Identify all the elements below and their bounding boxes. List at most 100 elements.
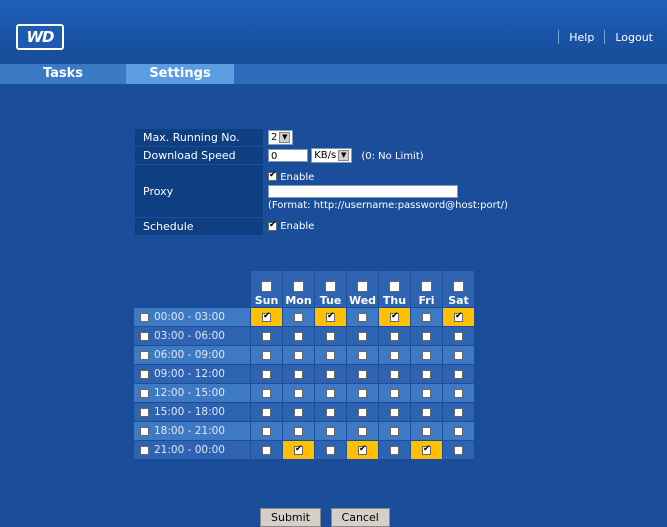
schedule-checkbox[interactable] [262, 408, 271, 417]
schedule-cell [314, 383, 347, 403]
schedule-checkbox[interactable] [294, 313, 303, 322]
schedule-checkbox[interactable] [358, 444, 367, 455]
schedule-checkbox[interactable] [326, 389, 335, 398]
schedule-checkbox[interactable] [262, 446, 271, 455]
schedule-checkbox[interactable] [262, 370, 271, 379]
schedule-checkbox[interactable] [358, 389, 367, 398]
row-select-checkbox[interactable] [140, 331, 149, 341]
schedule-checkbox[interactable] [358, 370, 367, 379]
schedule-cell [314, 326, 347, 346]
schedule-checkbox[interactable] [262, 332, 271, 341]
schedule-checkbox[interactable] [358, 313, 367, 322]
row-select-checkbox[interactable] [140, 312, 149, 322]
schedule-checkbox[interactable] [294, 427, 303, 436]
time-slot-cell: 03:00 - 06:00 [133, 326, 251, 346]
schedule-checkbox[interactable] [294, 444, 303, 455]
schedule-checkbox[interactable] [422, 444, 431, 455]
schedule-checkbox[interactable] [422, 427, 431, 436]
schedule-checkbox[interactable] [454, 351, 463, 360]
proxy-enable-checkbox[interactable] [268, 170, 277, 181]
schedule-checkbox[interactable] [454, 427, 463, 436]
schedule-checkbox[interactable] [358, 332, 367, 341]
max-running-select[interactable]: 2 ▼ [268, 130, 294, 145]
schedule-checkbox[interactable] [390, 370, 399, 379]
row-select-checkbox[interactable] [140, 445, 149, 455]
day-select-checkbox[interactable] [453, 281, 464, 292]
row-select-checkbox[interactable] [140, 388, 149, 398]
schedule-checkbox[interactable] [294, 408, 303, 417]
schedule-checkbox[interactable] [390, 389, 399, 398]
schedule-checkbox[interactable] [454, 408, 463, 417]
schedule-checkbox[interactable] [326, 311, 335, 322]
schedule-checkbox[interactable] [294, 332, 303, 341]
schedule-cell [378, 307, 411, 327]
schedule-checkbox[interactable] [422, 370, 431, 379]
cancel-button[interactable]: Cancel [330, 508, 390, 527]
schedule-checkbox[interactable] [454, 389, 463, 398]
schedule-checkbox[interactable] [454, 332, 463, 341]
schedule-cell [282, 383, 315, 403]
help-link[interactable]: Help [569, 31, 594, 44]
schedule-checkbox[interactable] [390, 311, 399, 322]
schedule-row: 06:00 - 09:00 [133, 345, 475, 365]
speed-unit-select[interactable]: KB/s ▼ [311, 148, 353, 163]
day-select-checkbox[interactable] [421, 281, 432, 292]
schedule-checkbox[interactable] [326, 370, 335, 379]
schedule-checkbox[interactable] [294, 370, 303, 379]
schedule-checkbox[interactable] [390, 446, 399, 455]
day-header-mon: Mon [282, 270, 315, 308]
day-select-checkbox[interactable] [389, 281, 400, 292]
tab-settings[interactable]: Settings [126, 64, 234, 84]
schedule-checkbox[interactable] [358, 408, 367, 417]
proxy-input[interactable] [268, 184, 458, 198]
schedule-checkbox[interactable] [390, 332, 399, 341]
schedule-checkbox[interactable] [422, 351, 431, 360]
time-slot-cell: 00:00 - 03:00 [133, 307, 251, 327]
schedule-cell [442, 402, 475, 422]
schedule-checkbox[interactable] [390, 351, 399, 360]
schedule-checkbox[interactable] [390, 408, 399, 417]
schedule-checkbox[interactable] [262, 351, 271, 360]
schedule-checkbox[interactable] [454, 370, 463, 379]
schedule-checkbox[interactable] [422, 332, 431, 341]
row-select-checkbox[interactable] [140, 426, 149, 436]
schedule-checkbox[interactable] [422, 389, 431, 398]
schedule-checkbox[interactable] [326, 408, 335, 417]
schedule-checkbox[interactable] [326, 427, 335, 436]
day-select-checkbox[interactable] [293, 281, 304, 292]
day-select-checkbox[interactable] [357, 281, 368, 292]
wd-logo: WD [16, 24, 64, 50]
schedule-checkbox[interactable] [294, 389, 303, 398]
row-select-checkbox[interactable] [140, 350, 149, 360]
day-label: Sun [254, 294, 279, 307]
schedule-checkbox[interactable] [326, 446, 335, 455]
schedule-cell [282, 402, 315, 422]
schedule-checkbox[interactable] [262, 389, 271, 398]
schedule-checkbox[interactable] [358, 351, 367, 360]
schedule-checkbox[interactable] [454, 311, 463, 322]
download-speed-note: (0: No Limit) [361, 150, 424, 162]
schedule-checkbox[interactable] [262, 311, 271, 322]
time-slot-label: 09:00 - 12:00 [154, 368, 225, 380]
download-speed-input[interactable]: 0 [268, 149, 308, 162]
schedule-cell [442, 440, 475, 460]
schedule-checkbox[interactable] [422, 313, 431, 322]
schedule-checkbox[interactable] [326, 351, 335, 360]
submit-button[interactable]: Submit [260, 508, 322, 527]
logout-link[interactable]: Logout [615, 31, 653, 44]
day-select-checkbox[interactable] [261, 281, 272, 292]
day-select-checkbox[interactable] [325, 281, 336, 292]
schedule-checkbox[interactable] [422, 408, 431, 417]
schedule-enable-checkbox[interactable] [268, 220, 277, 231]
schedule-checkbox[interactable] [454, 446, 463, 455]
schedule-checkbox[interactable] [358, 427, 367, 436]
schedule-checkbox[interactable] [294, 351, 303, 360]
schedule-checkbox[interactable] [326, 332, 335, 341]
row-select-checkbox[interactable] [140, 407, 149, 417]
schedule-checkbox[interactable] [390, 427, 399, 436]
time-slot-label: 15:00 - 18:00 [154, 406, 225, 418]
schedule-cell [282, 326, 315, 346]
tab-tasks[interactable]: Tasks [0, 64, 126, 84]
schedule-checkbox[interactable] [262, 427, 271, 436]
row-select-checkbox[interactable] [140, 369, 149, 379]
